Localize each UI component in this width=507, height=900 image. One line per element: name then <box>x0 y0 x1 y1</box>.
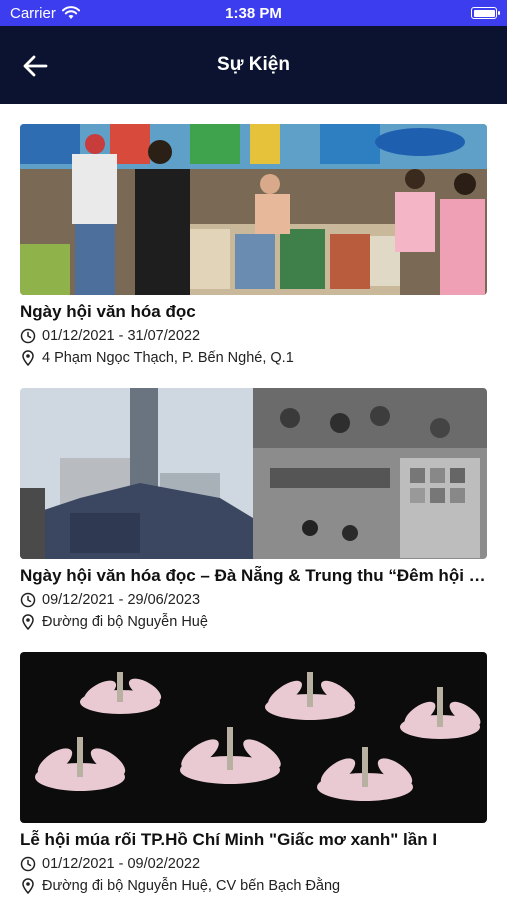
clock-icon <box>20 328 36 344</box>
event-image[interactable] <box>20 652 487 823</box>
page-title: Sự Kiện <box>217 54 290 75</box>
event-location: Đường đi bộ Nguyễn Huệ, CV bến Bạch Đằng <box>42 878 341 894</box>
nav-bar: Sự Kiện <box>0 26 507 104</box>
battery-icon <box>471 7 500 19</box>
event-location: Đường đi bộ Nguyễn Huệ <box>42 614 208 630</box>
status-time: 1:38 PM <box>225 5 282 22</box>
event-title: Ngày hội văn hóa đọc <box>20 302 196 321</box>
event-date-row: 01/12/2021 - 31/07/2022 <box>20 328 487 344</box>
status-bar: Carrier 1:38 PM <box>0 0 507 26</box>
event-card[interactable]: Ngày hội văn hóa đọc – Đà Nẵng & Trung t… <box>20 388 487 630</box>
event-location-row: 4 Phạm Ngọc Thạch, P. Bến Nghé, Q.1 <box>20 350 487 366</box>
clock-icon <box>20 856 36 872</box>
event-date: 09/12/2021 - 29/06/2023 <box>42 592 201 608</box>
location-pin-icon <box>22 878 34 894</box>
event-location-row: Đường đi bộ Nguyễn Huệ, CV bến Bạch Đằng <box>20 878 487 894</box>
wifi-icon <box>61 6 80 19</box>
event-location-row: Đường đi bộ Nguyễn Huệ <box>20 614 487 630</box>
event-date-row: 09/12/2021 - 29/06/2023 <box>20 592 487 608</box>
event-location: 4 Phạm Ngọc Thạch, P. Bến Nghé, Q.1 <box>42 350 294 366</box>
event-image[interactable] <box>20 388 487 559</box>
event-title: Ngày hội văn hóa đọc – Đà Nẵng & Trung t… <box>20 566 487 585</box>
event-card[interactable]: Lễ hội múa rối TP.Hồ Chí Minh "Giấc mơ x… <box>20 652 487 894</box>
event-date-row: 01/12/2021 - 09/02/2022 <box>20 856 487 872</box>
event-card[interactable]: Ngày hội văn hóa đọc 01/12/2021 - 31/07/… <box>20 124 487 366</box>
clock-icon <box>20 592 36 608</box>
event-title: Lễ hội múa rối TP.Hồ Chí Minh "Giấc mơ x… <box>20 830 438 849</box>
event-date: 01/12/2021 - 31/07/2022 <box>42 328 201 344</box>
event-list: Ngày hội văn hóa đọc 01/12/2021 - 31/07/… <box>0 104 507 894</box>
location-pin-icon <box>22 614 34 630</box>
location-pin-icon <box>22 350 34 366</box>
event-date: 01/12/2021 - 09/02/2022 <box>42 856 201 872</box>
arrow-left-icon[interactable] <box>22 54 48 78</box>
event-image[interactable] <box>20 124 487 295</box>
carrier-label: Carrier <box>10 4 56 22</box>
